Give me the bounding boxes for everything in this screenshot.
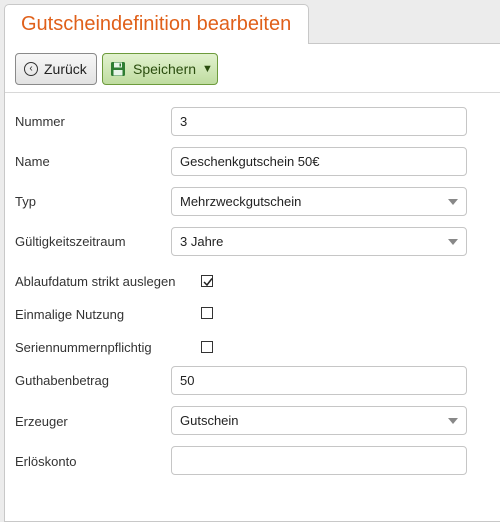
erzeuger-select[interactable]: Gutschein xyxy=(171,406,467,435)
back-arrow-icon: ‹ xyxy=(24,62,38,76)
name-label: Name xyxy=(15,154,50,169)
chevron-down-icon xyxy=(448,199,458,205)
seriennummernpflichtig-label: Seriennummernpflichtig xyxy=(15,340,152,355)
back-button[interactable]: ‹ Zurück xyxy=(15,53,97,85)
typ-select-value: Mehrzweckgutschein xyxy=(180,194,302,209)
save-button[interactable]: Speichern ▼ xyxy=(102,53,218,85)
typ-label: Typ xyxy=(15,194,36,209)
nummer-input[interactable] xyxy=(171,107,467,136)
toolbar-divider xyxy=(5,92,500,93)
chevron-down-icon xyxy=(448,239,458,245)
back-button-label: Zurück xyxy=(44,61,87,77)
einmalige-nutzung-checkbox[interactable] xyxy=(201,307,213,319)
checkmark-icon xyxy=(203,278,213,287)
gueltigkeitszeitraum-select[interactable]: 3 Jahre xyxy=(171,227,467,256)
floppy-disk-icon xyxy=(111,62,125,76)
tab-gutscheindefinition[interactable]: Gutscheindefinition bearbeiten xyxy=(4,4,309,44)
save-button-label: Speichern xyxy=(133,61,197,77)
typ-select[interactable]: Mehrzweckgutschein xyxy=(171,187,467,216)
erzeuger-select-value: Gutschein xyxy=(180,413,239,428)
guthabenbetrag-input[interactable] xyxy=(171,366,467,395)
ablaufdatum-checkbox[interactable] xyxy=(201,275,213,287)
chevron-down-icon xyxy=(448,418,458,424)
einmalige-nutzung-label: Einmalige Nutzung xyxy=(15,307,125,322)
gueltigkeitszeitraum-select-value: 3 Jahre xyxy=(180,234,224,249)
seriennummernpflichtig-checkbox[interactable] xyxy=(201,341,213,353)
gueltigkeitszeitraum-label: Gültigkeitszeitraum xyxy=(15,234,126,249)
erloeskonto-input[interactable] xyxy=(171,446,467,475)
guthabenbetrag-label: Guthabenbetrag xyxy=(15,373,109,388)
nummer-label: Nummer xyxy=(15,114,65,129)
page-title: Gutscheindefinition bearbeiten xyxy=(21,13,292,35)
erzeuger-label: Erzeuger xyxy=(15,414,68,429)
erloeskonto-label: Erlöskonto xyxy=(15,454,77,469)
dropdown-caret-icon: ▼ xyxy=(202,63,213,75)
ablaufdatum-label: Ablaufdatum strikt auslegen xyxy=(15,274,176,289)
name-input[interactable] xyxy=(171,147,467,176)
